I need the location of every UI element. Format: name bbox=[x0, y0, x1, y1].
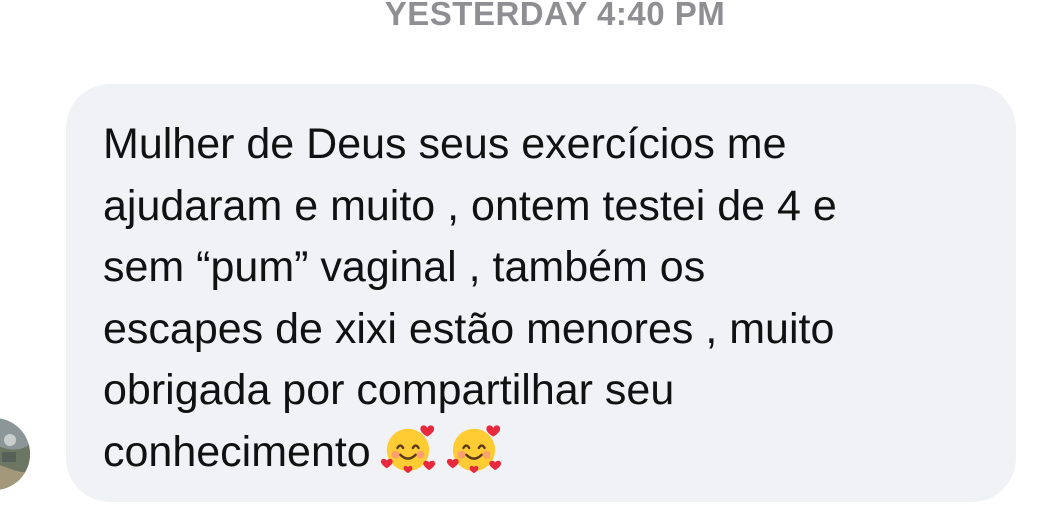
smiling-face-with-hearts-emoji bbox=[380, 424, 435, 473]
message-bubble[interactable]: Mulher de Deus seus exercícios me ajudar… bbox=[66, 84, 1016, 502]
sender-avatar[interactable] bbox=[0, 418, 30, 490]
message-body: Mulher de Deus seus exercícios me ajudar… bbox=[103, 114, 986, 483]
avatar-photo-icon bbox=[0, 418, 30, 490]
message-timestamp: YESTERDAY 4:40 PM bbox=[384, 0, 726, 32]
smiling-face-with-hearts-emoji bbox=[446, 424, 501, 473]
